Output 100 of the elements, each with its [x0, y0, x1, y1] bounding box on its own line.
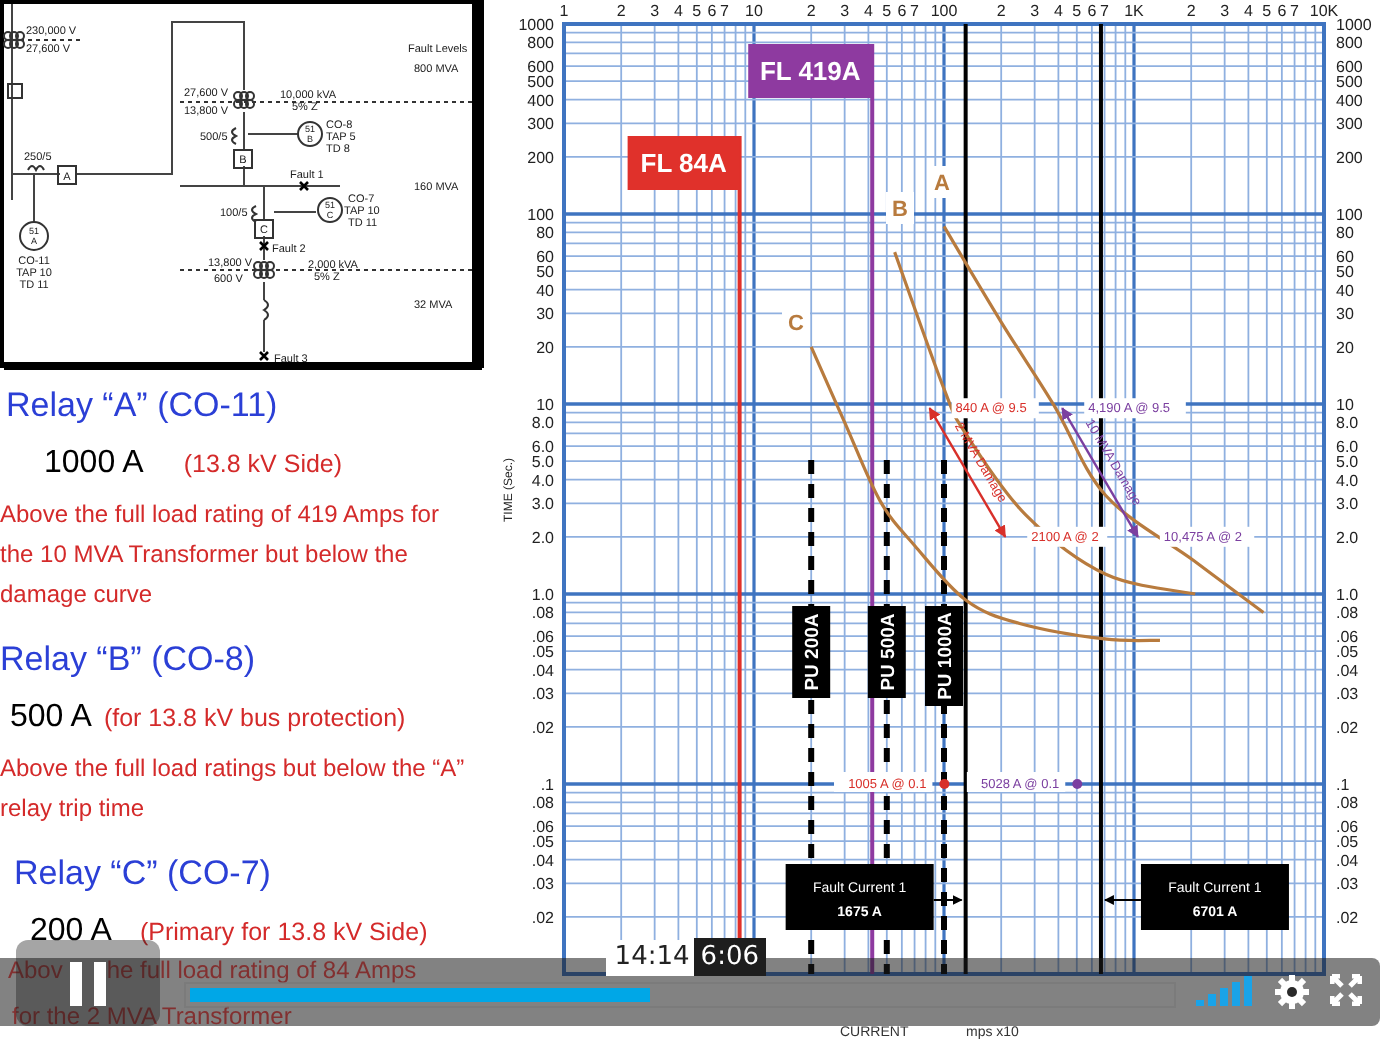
relay-note: (for 13.8 kV bus protection): [103, 702, 406, 736]
scale-label: 1: [559, 2, 569, 20]
fullscreen-icon: [1330, 974, 1362, 1006]
scale-label: 600: [527, 58, 554, 77]
scale-label: 60: [536, 248, 554, 267]
scale-label: 3.0: [531, 495, 554, 514]
relay-description: Above the full load rating of 419 Amps for the 10 MVA Transformer but below the damage curve: [0, 498, 441, 612]
scale-label: 1.0: [1336, 586, 1359, 604]
scale-label: 800: [1336, 34, 1363, 53]
scale-label: 7: [1100, 2, 1109, 20]
scale-label: 7: [1290, 2, 1299, 20]
scale-label: 10: [536, 396, 554, 414]
scale-label: 100: [527, 206, 554, 224]
scale-label: .03: [531, 875, 554, 894]
scale-label: .06: [531, 818, 554, 837]
settings-button[interactable]: [1274, 974, 1310, 1010]
scale-label: 2: [1186, 2, 1196, 20]
scale-label: .02: [531, 908, 554, 927]
pickup-label: PU 200A: [792, 606, 831, 698]
scale-label: 500: [1336, 73, 1363, 92]
arrow: [1103, 895, 1142, 905]
fullscreen-button[interactable]: [1330, 974, 1362, 1006]
scale-label: 400: [1336, 91, 1363, 110]
scale-label: 2: [806, 2, 816, 20]
scale-label: 30: [1336, 305, 1354, 324]
scale-label: 100: [930, 2, 958, 20]
current-time: 6:06: [694, 938, 765, 976]
scale-label: 200: [1336, 148, 1363, 167]
relay-title: Relay “B” (CO-8): [0, 640, 258, 680]
scale-label: .02: [531, 718, 554, 737]
scale-label: 4: [863, 2, 873, 20]
scale-label: 5: [1262, 2, 1272, 20]
scale-label: .05: [1336, 833, 1359, 852]
scale-label: 3.0: [1336, 495, 1359, 514]
scale-label: .04: [1336, 661, 1359, 680]
scale-label: 6.0: [1336, 438, 1359, 457]
scale-label: .08: [1336, 604, 1359, 623]
scale-label: .08: [531, 604, 554, 623]
hover-time-tooltip: 14:14: [606, 940, 698, 976]
progress-track[interactable]: [184, 982, 1176, 1008]
scale-label: 500: [527, 73, 554, 92]
scale-label: 5: [692, 2, 702, 20]
scale-label: 6: [897, 2, 907, 20]
relay-title: Relay “A” (CO-11): [6, 386, 280, 426]
scale-label: 4: [1053, 2, 1063, 20]
curve-label: B: [886, 192, 914, 224]
scale-label: 5.0: [1336, 453, 1359, 472]
settings-icon: [1274, 974, 1310, 1010]
scale-label: 6: [1087, 2, 1097, 20]
scale-label: .1: [1336, 776, 1350, 794]
scale-label: 30: [536, 305, 554, 324]
scale-label: .02: [1336, 908, 1359, 927]
scale-label: .06: [531, 628, 554, 647]
scale-label: 1.0: [531, 586, 554, 604]
scale-label: 2.0: [531, 528, 554, 547]
scale-label: 2: [616, 2, 626, 20]
scale-label: 1000: [518, 16, 554, 34]
scale-label: 80: [1336, 224, 1354, 243]
scale-label: 8.0: [531, 414, 554, 433]
relay-description: Above the full load ratings but below the “A” relay trip time: [0, 752, 467, 826]
scale-label: 4.0: [1336, 471, 1359, 490]
scale-label: 3: [650, 2, 660, 20]
scale-label: 40: [1336, 281, 1354, 300]
scale-label: 20: [536, 338, 554, 357]
scale-label: .04: [531, 661, 554, 680]
relay-note: (Primary for 13.8 kV Side): [139, 916, 428, 950]
scale-label: 5.0: [531, 453, 554, 472]
scale-label: .05: [531, 833, 554, 852]
scale-label: 300: [527, 115, 554, 134]
volume-button[interactable]: [1196, 974, 1252, 1006]
scale-label: 600: [1336, 58, 1363, 77]
scale-label: 50: [536, 263, 554, 282]
full-load-label: FL 419A: [748, 44, 873, 98]
pause-icon: [70, 961, 106, 1005]
relay-title: Relay “C” (CO-7): [14, 854, 273, 894]
scale-label: 40: [536, 281, 554, 300]
scale-label: 4: [1243, 2, 1253, 20]
scale-label: 3: [840, 2, 850, 20]
scale-label: 400: [527, 91, 554, 110]
scale-label: 800: [527, 34, 554, 53]
pickup-value: 1000 A: [44, 446, 144, 482]
relay-note: (13.8 kV Side): [183, 448, 343, 482]
relay-description: Abov: [8, 954, 63, 988]
scale-label: .04: [531, 851, 554, 870]
scale-label: 50: [1336, 263, 1354, 282]
scale-label: 6: [1277, 2, 1287, 20]
scale-label: .06: [1336, 628, 1359, 647]
pickup-label: PU 500A: [867, 606, 906, 698]
volume-bars-icon: [1196, 974, 1252, 1006]
scale-label: 7: [910, 2, 919, 20]
scale-label: 7: [720, 2, 729, 20]
scale-label: 6.0: [531, 438, 554, 457]
scale-label: 80: [536, 224, 554, 243]
scale-label: 1000: [1336, 16, 1372, 34]
pickup-label: PU 1000A: [925, 606, 963, 706]
pickup-value: 500 A: [10, 700, 92, 736]
scale-label: 3: [1030, 2, 1040, 20]
scale-label: .03: [531, 685, 554, 704]
scale-label: .03: [1336, 685, 1359, 704]
scale-label: 10: [745, 2, 763, 20]
